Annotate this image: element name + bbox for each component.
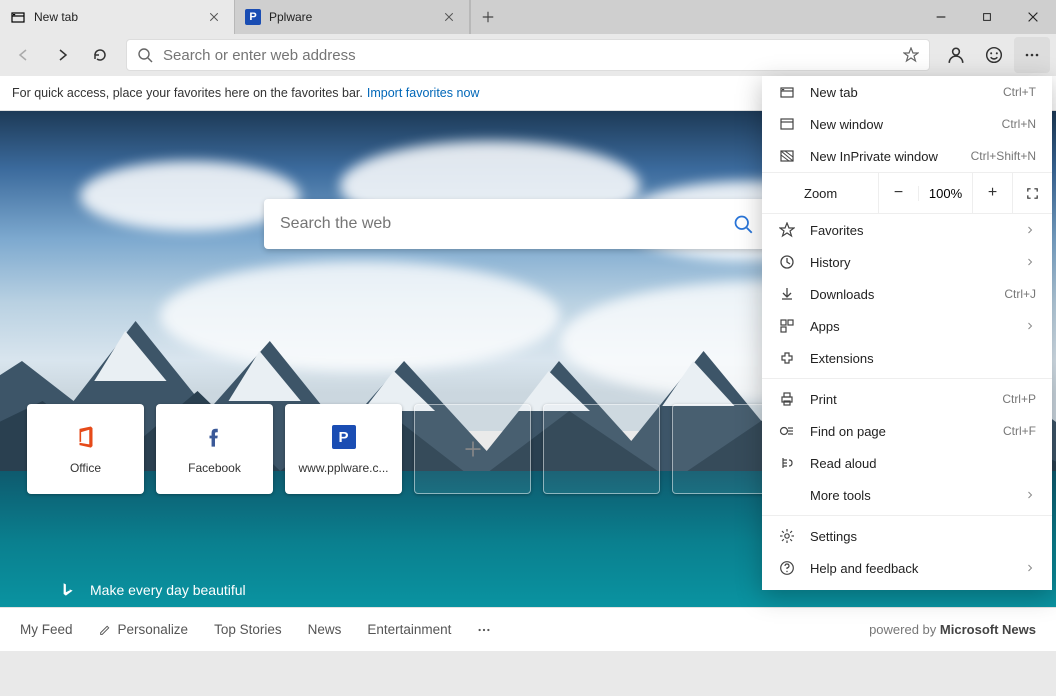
web-search-box[interactable] <box>264 199 769 249</box>
tile-pplware[interactable]: P www.pplware.c... <box>285 404 402 494</box>
menu-settings[interactable]: Settings <box>762 520 1052 552</box>
tile-label: www.pplware.c... <box>298 461 388 475</box>
zoom-row: Zoom − 100% + <box>762 172 1052 214</box>
menu-history[interactable]: History <box>762 246 1052 278</box>
download-icon <box>778 286 796 302</box>
tile-label: Office <box>70 461 101 475</box>
star-icon <box>778 222 796 238</box>
settings-menu-button[interactable] <box>1014 37 1050 73</box>
empty-tile <box>543 404 660 494</box>
window-icon <box>778 116 796 132</box>
office-icon <box>72 423 100 451</box>
nav-my-feed[interactable]: My Feed <box>20 622 73 637</box>
menu-find-on-page[interactable]: Find on pageCtrl+F <box>762 415 1052 447</box>
tab-new-tab[interactable]: New tab <box>0 0 235 34</box>
inprivate-icon <box>778 148 796 164</box>
help-icon <box>778 560 796 576</box>
tab-label: New tab <box>34 10 196 24</box>
nav-news[interactable]: News <box>308 622 342 637</box>
fullscreen-button[interactable] <box>1012 172 1052 214</box>
nav-personalize[interactable]: Personalize <box>99 622 189 637</box>
minimize-button[interactable] <box>918 0 964 34</box>
apps-icon <box>778 318 796 334</box>
forward-button[interactable] <box>44 37 80 73</box>
tile-facebook[interactable]: Facebook <box>156 404 273 494</box>
tile-label: Facebook <box>188 461 241 475</box>
menu-read-aloud[interactable]: Read aloud <box>762 447 1052 479</box>
zoom-label: Zoom <box>762 186 878 201</box>
slogan-text: Make every day beautiful <box>90 582 246 598</box>
chevron-right-icon <box>1024 562 1036 574</box>
zoom-out-button[interactable]: − <box>878 172 918 214</box>
window-controls <box>918 0 1056 34</box>
web-search-input[interactable] <box>280 215 733 233</box>
menu-more-tools[interactable]: More tools <box>762 479 1052 511</box>
menu-new-tab[interactable]: New tabCtrl+T <box>762 76 1052 108</box>
readaloud-icon <box>778 455 796 471</box>
favorite-star-button[interactable] <box>903 47 919 63</box>
settings-icon <box>778 528 796 544</box>
menu-downloads[interactable]: DownloadsCtrl+J <box>762 278 1052 310</box>
pencil-icon <box>99 623 112 636</box>
refresh-button[interactable] <box>82 37 118 73</box>
favorites-bar-hint: For quick access, place your favorites h… <box>12 86 363 100</box>
close-tab-button[interactable] <box>204 11 224 23</box>
add-tile-button[interactable] <box>414 404 531 494</box>
address-input[interactable] <box>163 47 893 64</box>
menu-apps[interactable]: Apps <box>762 310 1052 342</box>
chevron-right-icon <box>1024 256 1036 268</box>
feedback-button[interactable] <box>976 37 1012 73</box>
close-window-button[interactable] <box>1010 0 1056 34</box>
nav-more[interactable] <box>477 623 491 637</box>
pplware-icon: P <box>245 9 261 25</box>
extension-icon <box>778 350 796 366</box>
menu-new-inprivate-window[interactable]: New InPrivate windowCtrl+Shift+N <box>762 140 1052 172</box>
titlebar: New tab P Pplware <box>0 0 1056 34</box>
history-icon <box>778 254 796 270</box>
pplware-icon: P <box>330 423 358 451</box>
newtab-icon <box>10 9 26 25</box>
search-icon <box>137 47 153 63</box>
address-bar[interactable] <box>126 39 930 71</box>
tab-label: Pplware <box>269 10 431 24</box>
import-favorites-link[interactable]: Import favorites now <box>367 86 480 100</box>
quick-links: Office Facebook P www.pplware.c... <box>27 404 789 494</box>
zoom-in-button[interactable]: + <box>972 172 1012 214</box>
close-tab-button[interactable] <box>439 11 459 23</box>
tile-office[interactable]: Office <box>27 404 144 494</box>
profile-button[interactable] <box>938 37 974 73</box>
print-icon <box>778 391 796 407</box>
chevron-right-icon <box>1024 489 1036 501</box>
menu-extensions[interactable]: Extensions <box>762 342 1052 374</box>
tab-strip: New tab P Pplware <box>0 0 470 34</box>
menu-new-window[interactable]: New windowCtrl+N <box>762 108 1052 140</box>
menu-favorites[interactable]: Favorites <box>762 214 1052 246</box>
tab-pplware[interactable]: P Pplware <box>235 0 470 34</box>
chevron-right-icon <box>1024 224 1036 236</box>
menu-print[interactable]: PrintCtrl+P <box>762 383 1052 415</box>
facebook-icon <box>201 423 229 451</box>
powered-by: powered by Microsoft News <box>869 622 1036 637</box>
search-icon[interactable] <box>733 214 753 234</box>
bing-slogan: Make every day beautiful <box>58 581 246 599</box>
nav-entertainment[interactable]: Entertainment <box>367 622 451 637</box>
toolbar <box>0 34 1056 76</box>
find-icon <box>778 423 796 439</box>
settings-menu: New tabCtrl+TNew windowCtrl+NNew InPriva… <box>762 76 1052 590</box>
chevron-right-icon <box>1024 320 1036 332</box>
menu-help-and-feedback[interactable]: Help and feedback <box>762 552 1052 584</box>
nav-top-stories[interactable]: Top Stories <box>214 622 282 637</box>
feed-navbar: My Feed Personalize Top Stories News Ent… <box>0 607 1056 651</box>
maximize-button[interactable] <box>964 0 1010 34</box>
newtab-icon <box>778 84 796 100</box>
new-tab-button[interactable] <box>470 0 504 34</box>
zoom-value: 100% <box>918 186 972 201</box>
plus-icon <box>459 435 487 463</box>
back-button[interactable] <box>6 37 42 73</box>
bing-icon <box>58 581 76 599</box>
